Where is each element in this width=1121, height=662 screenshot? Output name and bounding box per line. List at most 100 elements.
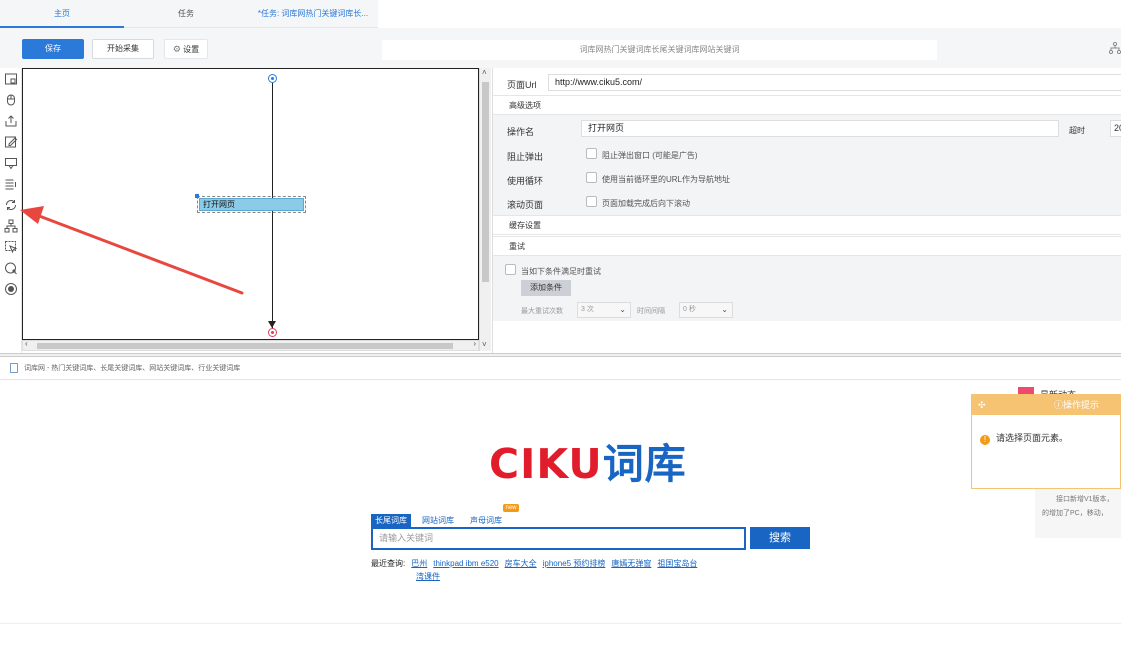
click-element-icon[interactable]	[4, 93, 18, 107]
section-cache[interactable]: 缓存设置	[493, 215, 1121, 235]
stop-icon[interactable]	[4, 282, 18, 296]
search-tab-longtail[interactable]: 长尾词库	[371, 514, 411, 527]
timeout-label: 超时	[1069, 126, 1085, 135]
tab-home[interactable]: 主页	[0, 0, 124, 28]
tab-bar: 主页 任务 *任务: 词库网热门关键词库长...	[0, 0, 1121, 28]
extract-data-icon[interactable]	[4, 114, 18, 128]
logo-latin: CIKU	[489, 440, 603, 488]
block-popup-checkbox[interactable]	[586, 148, 597, 159]
new-badge: new	[503, 504, 519, 512]
browser-viewport[interactable]: CIKU词库 长尾词库 网站词库 声母词库 new 请输入关键词 搜索 最近查询…	[0, 380, 1121, 662]
operation-hint-popup: ✣ ⓘ操作提示 ! 请选择页面元素。	[971, 394, 1121, 489]
settings-button[interactable]: ⚙ 设置	[164, 39, 208, 59]
horizontal-scroll-thumb[interactable]	[37, 343, 453, 349]
loop-icon[interactable]	[4, 198, 18, 212]
browser-page-title: 词库网 - 热门关键词库、长尾关键词库、网站关键词库、行业关键词库	[24, 365, 241, 372]
recent-link[interactable]: 湾课件	[416, 571, 697, 582]
search-button[interactable]: 搜索	[750, 527, 810, 549]
section-retry[interactable]: 重试	[493, 236, 1121, 256]
tab-current-task[interactable]: *任务: 词库网热门关键词库长...	[248, 0, 378, 28]
interval-label: 时间间隔	[637, 308, 665, 315]
url-label: 页面Url	[507, 80, 537, 90]
save-button[interactable]: 保存	[22, 39, 84, 59]
drag-handle-icon[interactable]: ✣	[978, 395, 986, 415]
switch-dropdown-icon[interactable]	[4, 177, 18, 191]
search-tab-initial[interactable]: 声母词库	[470, 514, 502, 527]
browser-title-bar: 词库网 - 热门关键词库、长尾关键词库、网站关键词库、行业关键词库	[0, 357, 1121, 380]
recent-link[interactable]: 唐嫣无弹窗	[611, 559, 651, 568]
popup-header[interactable]: ✣ ⓘ操作提示	[972, 395, 1121, 415]
use-loop-text: 使用当前循环里的URL作为导航地址	[602, 175, 731, 184]
warning-icon: !	[980, 435, 990, 445]
retry-condition-checkbox[interactable]	[505, 264, 516, 275]
block-popup-text: 阻止弹出窗口 (可能是广告)	[602, 151, 698, 160]
input-text-icon[interactable]	[4, 135, 18, 149]
add-condition-button[interactable]: 添加条件	[521, 280, 571, 296]
scroll-up-icon[interactable]: ˄	[482, 68, 487, 77]
section-advanced[interactable]: 高级选项	[493, 95, 1121, 115]
app-window: { "tabs": { "home": "主页", "tasks": "任务",…	[0, 0, 1121, 662]
scroll-right-icon[interactable]: ›	[473, 339, 476, 348]
ciku-logo[interactable]: CIKU词库	[489, 430, 687, 490]
tab-strip-empty	[378, 0, 1121, 28]
search-tab-site[interactable]: 网站词库	[422, 514, 454, 527]
op-name-input[interactable]: 打开网页	[581, 120, 1059, 137]
switch-frame-icon[interactable]	[4, 261, 18, 275]
toolbar: 保存 开始采集 ⚙ 设置 词库网热门关键词库长尾关键词库网站关键词	[0, 28, 1121, 68]
mouse-hover-icon[interactable]	[4, 240, 18, 254]
recent-label: 最近查询:	[371, 559, 406, 568]
news-line: 接口新增V1版本，	[1056, 496, 1114, 503]
tab-tasks[interactable]: 任务	[124, 0, 248, 28]
max-retry-label: 最大重试次数	[521, 308, 563, 315]
recent-link[interactable]: 祖国宝岛台	[657, 559, 697, 568]
popup-message: ! 请选择页面元素。	[980, 431, 1068, 445]
recent-link[interactable]: iphone5 预约排榜	[543, 559, 606, 568]
max-retry-select[interactable]: 3 次 ⌄	[577, 302, 631, 318]
recent-queries: 最近查询: 巴州 thinkpad ibm e520 房车大全 iphone5 预约排榜…	[371, 558, 697, 582]
max-retry-value: 3 次	[581, 306, 594, 313]
vertical-scroll-thumb[interactable]	[482, 82, 489, 282]
chevron-down-icon: ⌄	[619, 305, 626, 314]
popup-title: ⓘ操作提示	[1054, 395, 1099, 415]
use-loop-checkbox[interactable]	[586, 172, 597, 183]
news-line: 的增加了PC，移动，	[1042, 510, 1108, 517]
page-divider	[0, 623, 1121, 624]
news-text: 接口新增V1版本， 的增加了PC，移动，	[1042, 493, 1114, 521]
gear-icon: ⚙	[172, 44, 181, 54]
interval-select[interactable]: 0 秒 ⌄	[679, 302, 733, 318]
workflow-canvas[interactable]: 打开网页	[22, 68, 479, 340]
open-webpage-icon[interactable]	[4, 72, 18, 86]
condition-branch-icon[interactable]	[4, 219, 18, 233]
popup-message-text: 请选择页面元素。	[996, 433, 1069, 443]
start-collect-button[interactable]: 开始采集	[92, 39, 154, 59]
chevron-down-icon: ⌄	[721, 305, 728, 314]
flow-end-node	[268, 328, 277, 337]
use-loop-label: 使用循环	[507, 176, 544, 186]
flowchart-toggle-icon[interactable]	[1108, 41, 1121, 57]
step-open-webpage[interactable]: 打开网页	[199, 198, 304, 211]
recent-link[interactable]: 房车大全	[505, 559, 537, 568]
op-name-label: 操作名	[507, 127, 535, 137]
flow-start-node	[268, 74, 277, 83]
settings-label: 设置	[183, 45, 200, 54]
properties-panel: 页面Url http://www.ciku5.com/ 高级选项 操作名 打开网…	[492, 68, 1121, 353]
canvas-vertical-scrollbar[interactable]: ˄ ˅	[479, 68, 491, 351]
scroll-left-icon[interactable]: ‹	[25, 339, 28, 348]
retry-condition-text: 当如下条件满足时重试	[521, 267, 601, 276]
flow-arrow-head	[268, 321, 276, 328]
canvas-horizontal-scrollbar[interactable]: ‹ ›	[22, 339, 479, 351]
scroll-down-icon[interactable]: ˅	[482, 340, 487, 349]
keyword-search-input[interactable]: 请输入关键词	[371, 527, 746, 550]
page-icon	[10, 363, 18, 373]
interval-value: 0 秒	[683, 306, 696, 313]
recognize-captcha-icon[interactable]	[4, 156, 18, 170]
recent-link[interactable]: 巴州	[411, 559, 427, 568]
popup-title-text: 操作提示	[1063, 400, 1100, 410]
scroll-page-label: 滚动页面	[507, 200, 544, 210]
scroll-page-checkbox[interactable]	[586, 196, 597, 207]
page-url-input[interactable]: http://www.ciku5.com/	[548, 74, 1121, 91]
scroll-page-text: 页面加载完成后向下滚动	[602, 199, 690, 208]
timeout-input[interactable]: 20	[1110, 120, 1121, 137]
recent-link[interactable]: thinkpad ibm e520	[433, 559, 498, 568]
task-title-field[interactable]: 词库网热门关键词库长尾关键词库网站关键词	[382, 40, 937, 60]
